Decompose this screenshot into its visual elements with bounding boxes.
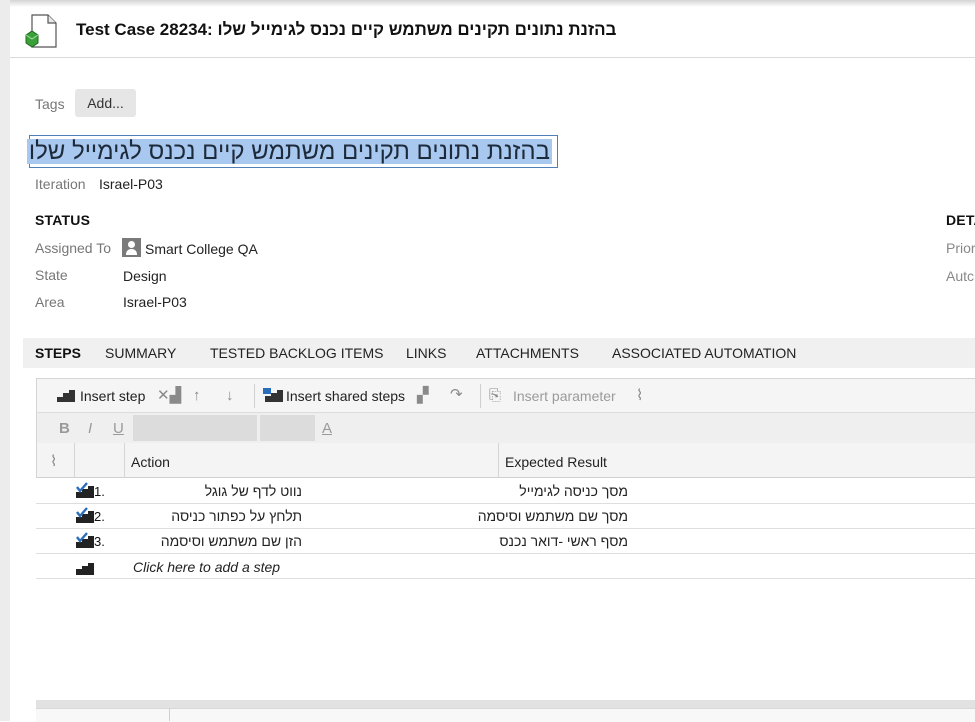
header-title: Test Case 28234: בהזנת נתונים תקינים משת… [76,20,616,40]
work-item-header: Test Case 28234: בהזנת נתונים תקינים משת… [10,0,975,58]
steps-toolbar: Insert step ✕▟ ↑ ↓ Insert shared steps ▞… [36,378,975,413]
bottom-panel [36,708,975,722]
column-divider [74,443,75,478]
tab-bar: STEPS SUMMARY TESTED BACKLOG ITEMS LINKS… [23,338,975,368]
title-value: בהזנת נתונים תקינים משתמש קיים נכנס לגימ… [26,138,552,165]
font-family-select[interactable] [133,415,257,441]
user-avatar-icon [122,238,141,257]
format-toolbar: B I U A [36,412,975,444]
tab-links[interactable]: LINKS [406,345,446,361]
tags-label: Tags [35,96,65,112]
iteration-field[interactable]: Israel-P03 [99,176,163,192]
tab-steps[interactable]: STEPS [35,345,81,361]
tab-summary[interactable]: SUMMARY [105,345,176,361]
step-expected-result[interactable]: מסך כניסה לגימייל [504,483,628,499]
italic-button[interactable]: I [88,420,92,437]
action-column-header[interactable]: Action [131,454,170,470]
step-check-icon [76,507,94,523]
assigned-to-label: Assigned To [35,240,112,256]
attachment-icon[interactable]: ⌇ [636,386,643,404]
insert-shared-steps-icon [263,388,283,402]
step-expected-result[interactable]: מסך שם משתמש וסיסמה [478,508,628,524]
header-name: בהזנת נתונים תקינים משתמש קיים נכנס לגימ… [217,20,617,39]
bold-button[interactable]: B [59,420,70,437]
area-field[interactable]: Israel-P03 [123,294,187,310]
toolbar-separator [254,384,255,408]
add-step-row[interactable]: Click here to add a step [36,554,975,579]
step-row[interactable]: 3. הזן שם משתמש וסיסמה מסף ראשי -דואר נכ… [36,529,975,554]
state-label: State [35,267,68,283]
step-number: 1. [94,484,105,499]
move-up-icon[interactable]: ↑ [193,387,201,404]
details-heading: DETA [946,212,975,228]
tab-attachments[interactable]: ATTACHMENTS [476,345,579,361]
underline-button[interactable]: U [113,420,124,437]
add-tag-button[interactable]: Add... [75,89,136,117]
column-divider [498,443,499,478]
iteration-label: Iteration [35,176,86,192]
toolbar-separator [480,384,481,408]
tab-associated-automation[interactable]: ASSOCIATED AUTOMATION [612,345,796,361]
font-size-select[interactable] [260,415,315,441]
expected-result-column-header[interactable]: Expected Result [505,454,607,470]
step-icon [76,563,94,575]
status-heading: STATUS [35,212,91,228]
step-check-icon [76,532,94,548]
font-color-button[interactable]: A [322,420,332,437]
title-input[interactable]: בהזנת נתונים תקינים משתמש קיים נכנס לגימ… [26,135,558,168]
step-action[interactable]: הזן שם משתמש וסיסמה [132,533,302,549]
column-divider [124,443,125,478]
automation-label: Autc [946,268,975,284]
area-label: Area [35,294,65,310]
step-number: 2. [94,509,105,524]
step-row[interactable]: 1. נווט לדף של גוגל מסך כניסה לגימייל [36,479,975,504]
bottom-panel-divider [169,708,170,721]
insert-parameter-button[interactable]: Insert parameter [513,388,616,404]
create-shared-steps-icon[interactable]: ▞ [417,386,429,404]
attachment-column-icon: ⌇ [50,453,58,470]
step-number: 3. [94,534,105,549]
test-case-icon [25,14,57,48]
priority-label: Prior [946,240,975,256]
tab-tested-backlog-items[interactable]: TESTED BACKLOG ITEMS [210,345,383,361]
step-action[interactable]: נווט לדף של גוגל [132,483,302,499]
add-step-link[interactable]: Click here to add a step [133,559,280,575]
assigned-to-field[interactable]: Smart College QA [145,241,258,257]
redo-icon[interactable]: ↷ [450,385,463,403]
header-shadow [10,0,975,7]
step-expected-result[interactable]: מסף ראשי -דואר נכנס [499,533,628,549]
insert-step-icon [57,390,75,402]
delete-step-icon[interactable]: ✕▟ [157,386,181,404]
horizontal-scrollbar[interactable] [36,700,975,708]
insert-parameter-icon: ⎘ [489,387,502,404]
header-prefix: Test Case 28234: [76,20,213,39]
insert-step-button[interactable]: Insert step [80,388,145,404]
step-check-icon [76,482,94,498]
move-down-icon[interactable]: ↓ [226,387,234,404]
step-action[interactable]: תלחץ על כפתור כניסה [132,508,302,524]
insert-shared-steps-button[interactable]: Insert shared steps [286,388,405,404]
step-row[interactable]: 2. תלחץ על כפתור כניסה מסך שם משתמש וסיס… [36,504,975,529]
window-edge [0,0,10,721]
steps-grid-header: ⌇ Action Expected Result [36,443,975,478]
state-field[interactable]: Design [123,268,167,284]
